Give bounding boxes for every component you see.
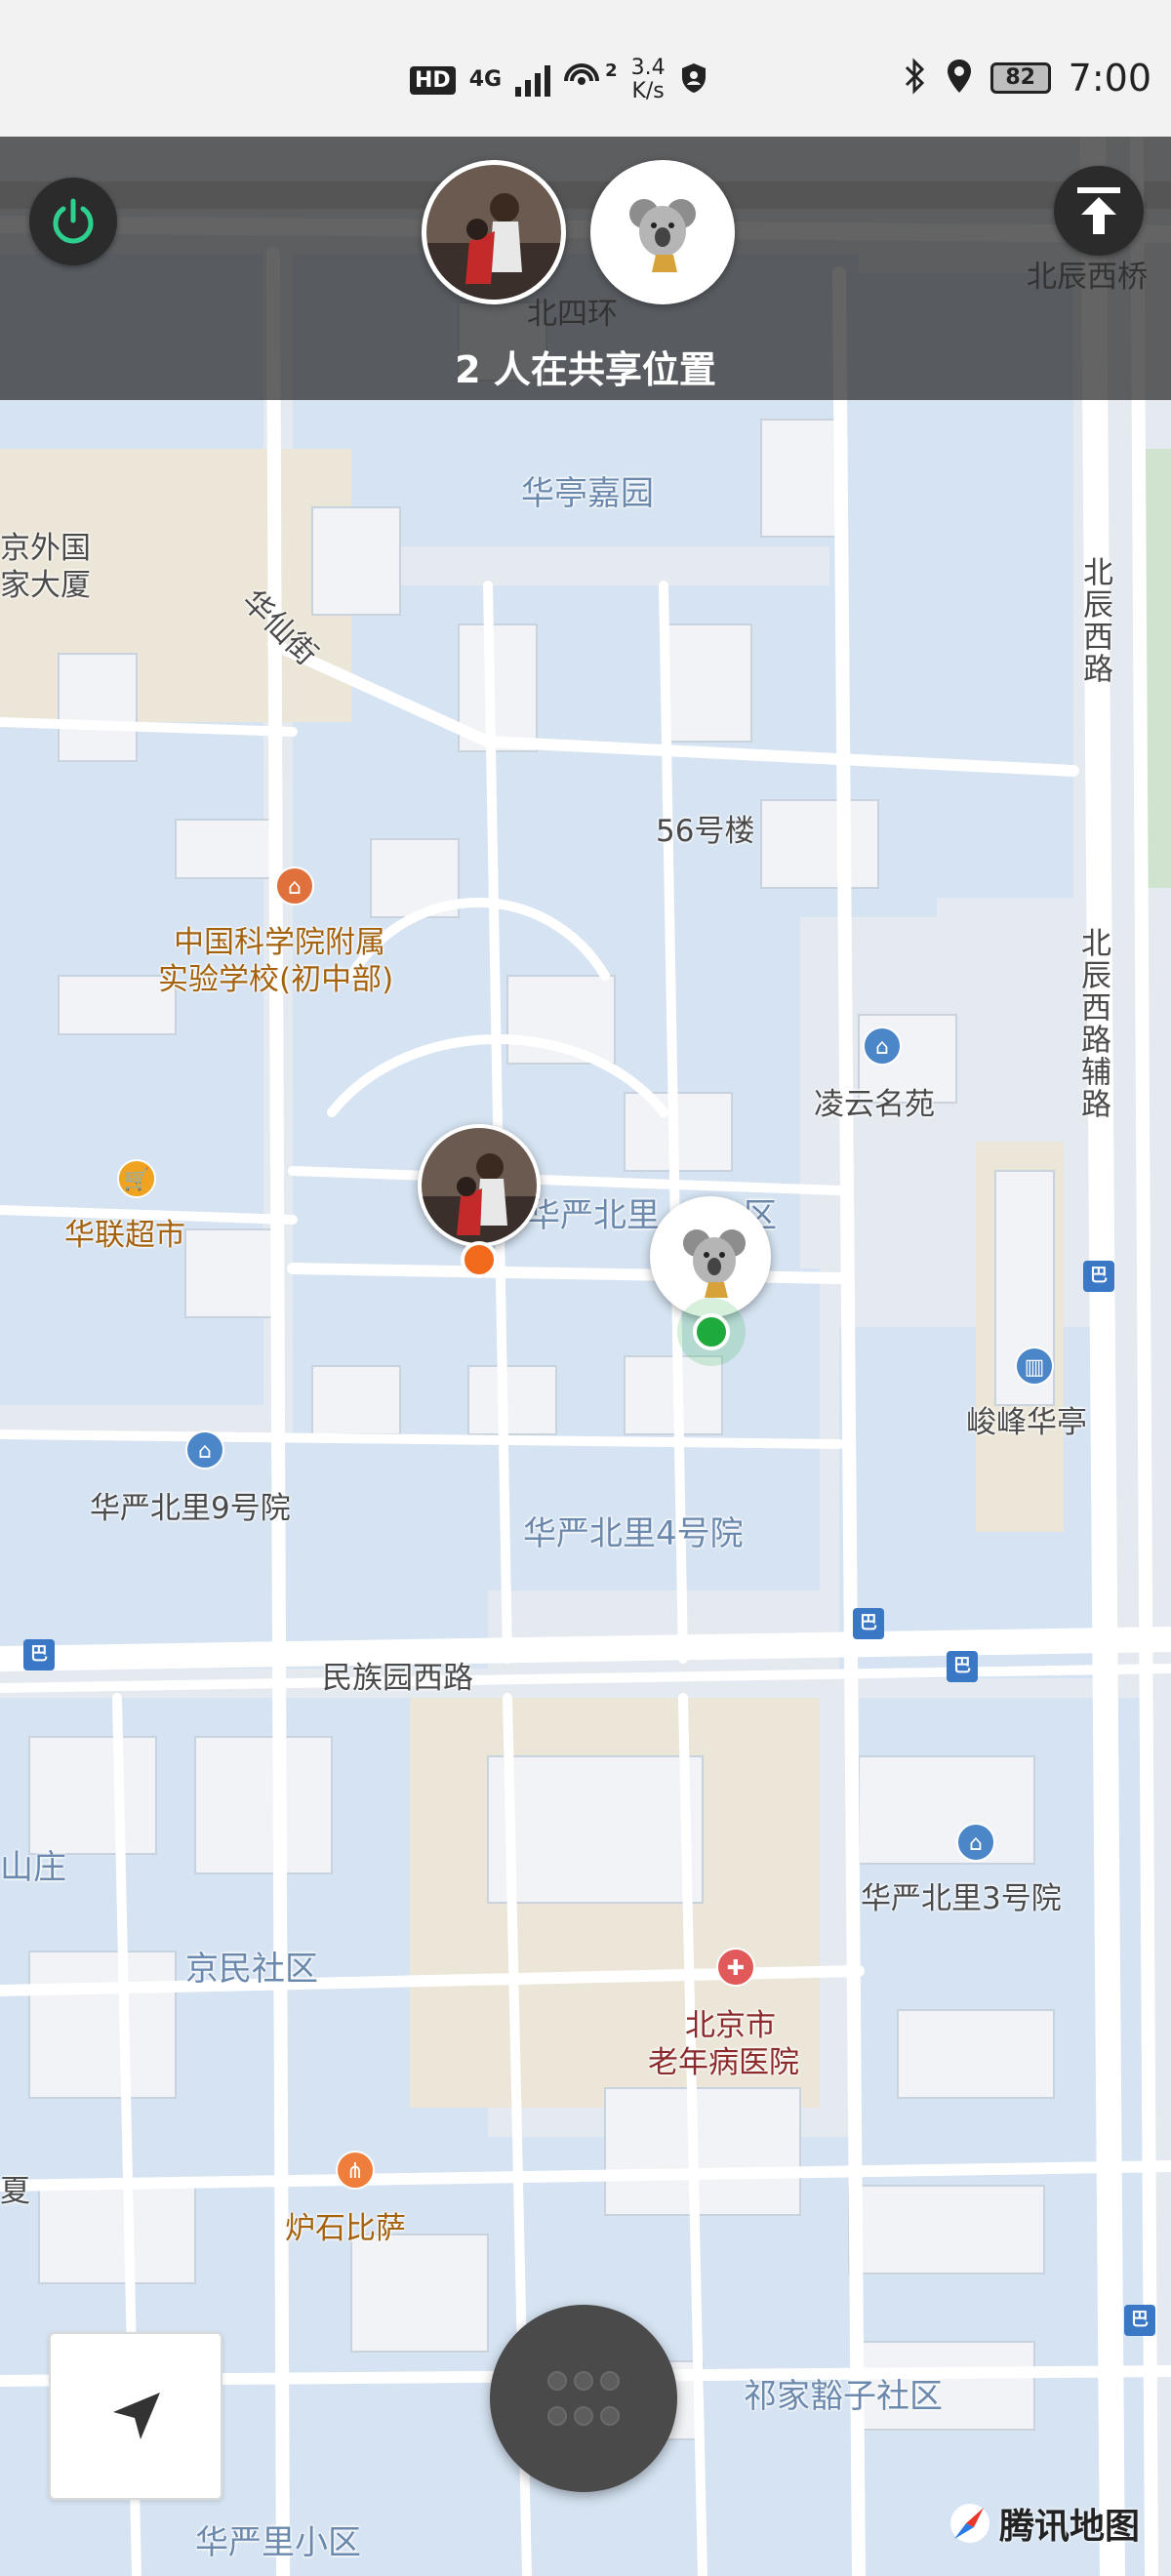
label-beichen-xilu: 北辰西路 — [1077, 556, 1112, 685]
clock: 7:00 — [1068, 57, 1151, 100]
signal-bars-icon — [515, 63, 551, 97]
shield-icon — [679, 61, 708, 99]
grid-dots-icon — [544, 2363, 624, 2434]
my-avatar[interactable] — [590, 160, 735, 304]
navigation-arrow-icon — [113, 2393, 160, 2439]
tencent-map-logo-icon — [950, 2504, 989, 2543]
label-shanzhuang: 山庄 — [0, 1848, 66, 1887]
building-icon[interactable]: ▥ — [1015, 1347, 1054, 1386]
status-bar: HD 4G 2 3.4 K/s 82 7:00 — [0, 0, 1171, 137]
map-view[interactable]: 华亭嘉园 京外国 家大厦 华仙街 北辰西路 56号楼 ⌂ 中国科学院附属 实验学… — [0, 137, 1171, 2576]
label-huayanli-xiaoqu: 华严里小区 — [195, 2523, 361, 2562]
friend-location-dot[interactable] — [461, 1241, 498, 1278]
share-upload-button[interactable] — [1054, 166, 1144, 256]
bus-stop-icon[interactable]: 巴 — [1124, 2305, 1155, 2336]
label-beichen-xilu-fulu: 北辰西路辅路 — [1075, 927, 1110, 1120]
battery-indicator: 82 — [989, 62, 1051, 94]
brand-logo: 腾讯地图 — [949, 2498, 1140, 2549]
label-huayan-beili-4: 华严北里4号院 — [523, 1514, 744, 1553]
location-pin-icon — [946, 58, 973, 99]
label-building-56: 56号楼 — [656, 814, 755, 849]
bus-stop-icon[interactable]: 巴 — [947, 1651, 978, 1682]
label-huating-jiayuan: 华亭嘉园 — [521, 474, 654, 513]
label-hualian-supermarket[interactable]: 华联超市 — [64, 1210, 185, 1254]
speed-unit: K/s — [631, 79, 665, 103]
locate-me-button[interactable] — [49, 2332, 222, 2500]
bus-stop-icon[interactable]: 巴 — [23, 1639, 55, 1670]
residence-icon[interactable]: ⌂ — [863, 1026, 902, 1066]
label-beichen-xiqiao: 北辰西桥 — [1027, 260, 1148, 295]
residence-icon[interactable]: ⌂ — [956, 1823, 995, 1862]
network-type: 4G — [468, 67, 503, 92]
label-lingyun-mingyuan[interactable]: 凌云名苑 — [814, 1079, 935, 1123]
label-beisihuan: 北四环 — [527, 297, 618, 332]
bluetooth-icon — [903, 58, 928, 99]
label-huayan-beili-qu: 华严北里 — [527, 1196, 660, 1235]
more-actions-button[interactable] — [490, 2305, 677, 2492]
residence-icon[interactable]: ⌂ — [185, 1430, 224, 1469]
label-huayan-beili-3[interactable]: 华严北里3号院 — [861, 1873, 1062, 1917]
label-huayan-beili-9[interactable]: 华严北里9号院 — [90, 1483, 291, 1527]
sharing-count-text: 2 人在共享位置 — [455, 348, 716, 391]
location-sharing-header: 2 人在共享位置 — [0, 137, 1171, 400]
restaurant-icon[interactable]: ⋔ — [336, 2151, 375, 2190]
friend-location-marker[interactable] — [418, 1124, 541, 1247]
bus-stop-icon[interactable]: 巴 — [1083, 1261, 1114, 1292]
my-location-dot[interactable] — [693, 1313, 730, 1350]
bus-stop-icon[interactable]: 巴 — [853, 1608, 884, 1639]
label-junfeng-huating[interactable]: 峻峰华亭 — [966, 1397, 1087, 1441]
label-cas-school-2[interactable]: 实验学校(初中部) — [158, 954, 393, 998]
speed-value: 3.4 — [630, 56, 666, 80]
player-avatar-image — [426, 165, 561, 300]
wifi-icon — [564, 61, 603, 99]
upload-arrow-icon — [1077, 187, 1120, 234]
school-icon[interactable]: ⌂ — [275, 866, 314, 906]
exit-sharing-button[interactable] — [29, 178, 117, 265]
label-jingwaiguo-2: 家大厦 — [0, 568, 91, 603]
hospital-icon[interactable]: ✚ — [716, 1948, 755, 1987]
power-icon — [53, 198, 94, 244]
koala-avatar-image — [595, 165, 730, 300]
label-minzuyuan-xilu: 民族园西路 — [322, 1661, 473, 1696]
label-qijia-huozi-shequ: 祁家豁子社区 — [744, 2377, 943, 2416]
status-bar-right: 82 7:00 — [903, 57, 1151, 100]
wifi-sub: 2 — [605, 60, 618, 81]
hd-badge: HD — [410, 65, 456, 95]
status-bar-left: HD 4G 2 3.4 K/s — [410, 57, 708, 103]
friend-avatar[interactable] — [422, 160, 566, 304]
shopping-cart-icon[interactable]: 🛒 — [117, 1159, 156, 1198]
player-avatar-image — [422, 1128, 537, 1243]
label-lushi-pizza[interactable]: 炉石比萨 — [285, 2203, 406, 2247]
label-hospital-2[interactable]: 老年病医院 — [648, 2037, 799, 2081]
label-jingmin-shequ: 京民社区 — [185, 1950, 318, 1989]
label-xia: 夏 — [0, 2174, 30, 2209]
brand-name: 腾讯地图 — [999, 2507, 1141, 2547]
network-speed: 3.4 K/s — [631, 57, 666, 103]
